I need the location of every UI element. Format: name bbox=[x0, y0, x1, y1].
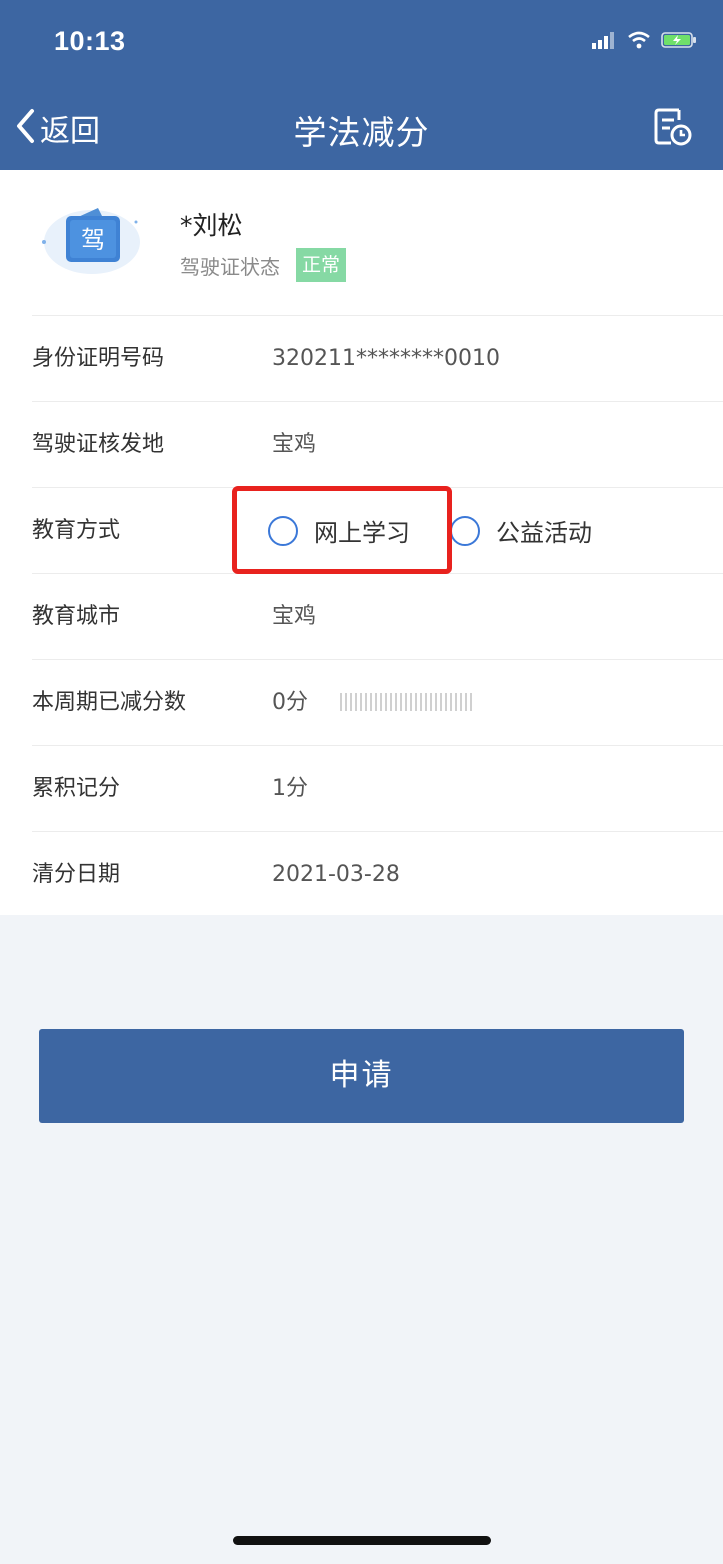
page-title: 学法减分 bbox=[293, 113, 430, 152]
row-education-city: 教育城市 宝鸡 bbox=[32, 573, 723, 659]
deducted-this-cycle-label: 本周期已减分数 bbox=[32, 690, 187, 715]
status-bar: 10:13 bbox=[0, 0, 723, 88]
issue-place-value: 宝鸡 bbox=[272, 432, 317, 457]
license-info-card: 驾 *刘松 驾驶证状态 正常 身份证明号码 320211********0010… bbox=[0, 170, 723, 915]
row-education-method: 教育方式 网上学习 公益活动 bbox=[32, 487, 723, 573]
status-time: 10:13 bbox=[54, 26, 126, 56]
radio-public-welfare-label: 公益活动 bbox=[496, 519, 592, 547]
battery-charging-icon bbox=[661, 31, 697, 53]
accumulated-points-value: 1分 bbox=[272, 776, 308, 801]
wifi-icon bbox=[627, 31, 651, 53]
education-city-value: 宝鸡 bbox=[272, 604, 317, 629]
row-clear-date: 清分日期 2021-03-28 bbox=[32, 831, 723, 917]
license-icon: 驾 bbox=[36, 200, 146, 284]
record-button[interactable] bbox=[651, 104, 693, 152]
radio-circle-icon bbox=[268, 515, 298, 546]
row-id-number: 身份证明号码 320211********0010 bbox=[32, 315, 723, 401]
license-icon-text: 驾 bbox=[81, 226, 105, 254]
education-city-label: 教育城市 bbox=[32, 604, 121, 629]
nav-bar: 返回 学法减分 bbox=[0, 88, 723, 170]
deducted-this-cycle-value: 0分 bbox=[272, 690, 308, 715]
row-accumulated-points: 累积记分 1分 bbox=[32, 745, 723, 831]
education-method-label: 教育方式 bbox=[32, 518, 121, 543]
license-status-row: 驾驶证状态 正常 bbox=[180, 248, 347, 282]
record-clock-icon bbox=[651, 108, 693, 152]
status-icons bbox=[591, 30, 697, 54]
status-badge: 正常 bbox=[296, 248, 347, 282]
accumulated-points-label: 累积记分 bbox=[32, 776, 121, 801]
clear-date-label: 清分日期 bbox=[32, 862, 121, 887]
profile-section: 驾 *刘松 驾驶证状态 正常 bbox=[0, 170, 723, 315]
id-number-label: 身份证明号码 bbox=[32, 346, 165, 371]
apply-button[interactable]: 申请 bbox=[39, 1029, 684, 1123]
blurred-text bbox=[340, 693, 474, 711]
clear-date-value: 2021-03-28 bbox=[272, 862, 400, 887]
license-status-label: 驾驶证状态 bbox=[180, 254, 280, 279]
radio-online-study[interactable]: 网上学习 bbox=[268, 513, 410, 548]
row-deducted-this-cycle: 本周期已减分数 0分 bbox=[32, 659, 723, 745]
signal-icon bbox=[591, 31, 617, 53]
row-issue-place: 驾驶证核发地 宝鸡 bbox=[32, 401, 723, 487]
issue-place-label: 驾驶证核发地 bbox=[32, 432, 165, 457]
driver-name: *刘松 bbox=[180, 211, 243, 240]
radio-public-welfare[interactable]: 公益活动 bbox=[450, 513, 592, 548]
radio-circle-icon bbox=[450, 515, 480, 546]
app-header: 10:13 返回 学法减分 bbox=[0, 0, 723, 170]
id-number-value: 320211********0010 bbox=[272, 346, 500, 371]
home-indicator[interactable] bbox=[233, 1536, 491, 1545]
radio-online-study-label: 网上学习 bbox=[314, 519, 410, 547]
education-method-radio-group: 网上学习 公益活动 bbox=[268, 488, 592, 573]
